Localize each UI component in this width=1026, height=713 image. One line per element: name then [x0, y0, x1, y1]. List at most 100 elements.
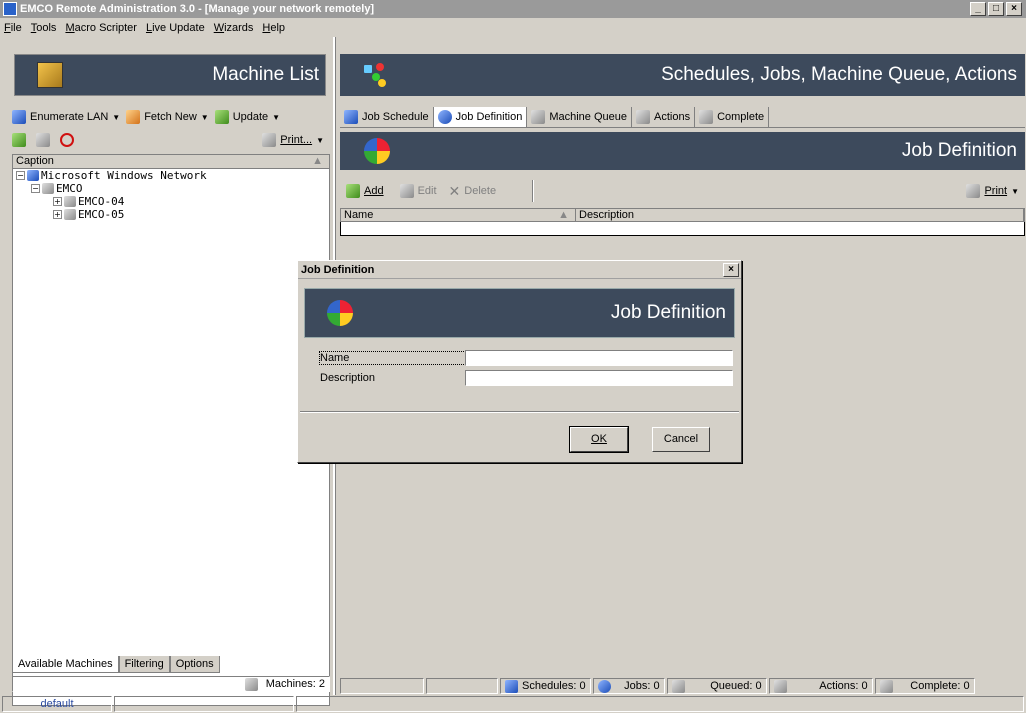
name-label: Name: [319, 350, 466, 365]
menu-macro-scripter[interactable]: Macro Scripter: [65, 22, 137, 34]
ok-label: OK: [591, 433, 607, 445]
actions-count: Actions: 0: [819, 680, 868, 692]
tab-actions[interactable]: Actions: [632, 106, 696, 127]
delete-label: Delete: [464, 185, 497, 197]
icon-part: [376, 63, 384, 71]
machine-count-label: Machines: 2: [265, 678, 325, 690]
tab-available-machines[interactable]: Available Machines: [12, 656, 119, 673]
remove-tree-icon: [36, 133, 50, 147]
edit-icon: [399, 184, 414, 198]
machine-list-icon: [37, 62, 63, 88]
menu-file[interactable]: File: [4, 22, 22, 34]
table-row[interactable]: [340, 222, 1025, 236]
complete-status: Complete: 0: [874, 678, 975, 694]
print-label: Print: [984, 185, 1008, 197]
job-definition-dialog: Job Definition × Job Definition Name Des…: [297, 260, 742, 463]
print-jobs-button[interactable]: Print ▼: [966, 184, 1019, 198]
refresh-arrows-icon: [327, 300, 353, 326]
cancel-button[interactable]: Cancel: [652, 427, 710, 452]
add-machine-button[interactable]: [12, 133, 30, 147]
menu-tools[interactable]: Tools: [31, 22, 57, 34]
machine-toolbar-secondary: Print... ▼: [12, 130, 330, 150]
schedules-icon: [364, 63, 388, 87]
stop-button[interactable]: [60, 133, 78, 147]
expand-icon[interactable]: +: [53, 210, 62, 219]
status-empty-panel: [296, 696, 1024, 712]
tree-node[interactable]: + EMCO-05: [13, 208, 329, 221]
sort-icon: ▲: [312, 155, 323, 167]
machine-list-title: Machine List: [212, 64, 319, 85]
description-field[interactable]: [465, 369, 733, 386]
minimize-button[interactable]: _: [970, 2, 986, 16]
tab-label: Job Definition: [455, 110, 523, 123]
schedules-status: Schedules: 0: [500, 678, 591, 694]
update-label: Update: [232, 111, 269, 123]
dialog-title-bar: Job Definition ×: [298, 261, 741, 279]
add-icon: [346, 184, 360, 198]
chevron-down-icon[interactable]: ▼: [272, 113, 280, 122]
tab-job-schedule[interactable]: Job Schedule: [340, 106, 434, 127]
tab-label: Complete: [717, 110, 765, 123]
edit-button[interactable]: Edit: [399, 184, 437, 198]
tree-node[interactable]: − Microsoft Windows Network: [13, 169, 329, 182]
column-description[interactable]: Description: [576, 209, 1024, 221]
title-bar: EMCO Remote Administration 3.0 - [Manage…: [0, 0, 1026, 18]
dialog-close-button[interactable]: ×: [723, 262, 739, 277]
menu-wizards[interactable]: Wizards: [214, 22, 254, 34]
menu-help[interactable]: Help: [262, 22, 285, 34]
fetch-new-label: Fetch New: [144, 111, 197, 123]
collapse-icon[interactable]: −: [16, 171, 25, 180]
machine-tree[interactable]: Caption ▲ − Microsoft Windows Network − …: [12, 154, 330, 706]
schedule-icon: [505, 679, 518, 693]
tab-machine-queue[interactable]: Machine Queue: [527, 106, 632, 127]
window-title: EMCO Remote Administration 3.0 - [Manage…: [20, 3, 375, 15]
chevron-down-icon[interactable]: ▼: [201, 113, 209, 122]
column-name[interactable]: Name ▲: [341, 209, 576, 221]
update-button[interactable]: Update ▼: [214, 110, 280, 124]
menu-live-update[interactable]: Live Update: [146, 22, 205, 34]
print-machines-button[interactable]: Print... ▼: [262, 133, 324, 147]
chevron-down-icon[interactable]: ▼: [316, 136, 324, 145]
close-button[interactable]: ×: [1006, 2, 1022, 16]
stopwatch-icon: [597, 679, 611, 693]
name-row: Name: [319, 349, 740, 366]
chevron-down-icon[interactable]: ▼: [112, 113, 120, 122]
queued-count: Queued: 0: [710, 680, 762, 692]
network-icon: [27, 170, 39, 181]
left-tab-strip: Available Machines Filtering Options: [12, 655, 330, 673]
computer-icon: [64, 209, 76, 220]
icon-part: [364, 65, 372, 73]
tab-filtering[interactable]: Filtering: [118, 656, 170, 673]
column-label: Description: [579, 209, 635, 221]
printer-icon: [262, 133, 277, 147]
maximize-button[interactable]: □: [988, 2, 1004, 16]
schedules-count: Schedules: 0: [522, 680, 586, 692]
name-field[interactable]: [465, 349, 733, 366]
icon-part: [378, 79, 386, 87]
tab-options[interactable]: Options: [169, 656, 220, 673]
expand-icon[interactable]: +: [53, 197, 62, 206]
chevron-down-icon[interactable]: ▼: [1011, 187, 1019, 196]
queue-icon: [671, 679, 685, 693]
delete-button[interactable]: ✕ Delete: [449, 183, 497, 200]
printer-icon: [966, 184, 981, 198]
tree-node[interactable]: + EMCO-04: [13, 195, 329, 208]
ok-button[interactable]: OK: [569, 426, 629, 453]
tab-complete[interactable]: Complete: [695, 106, 770, 127]
delete-icon: ✕: [448, 182, 461, 199]
tree-column-header[interactable]: Caption ▲: [13, 155, 329, 169]
add-button[interactable]: Add: [346, 184, 384, 198]
tab-job-definition[interactable]: Job Definition: [433, 106, 528, 127]
collapse-icon[interactable]: −: [31, 184, 40, 193]
remove-machine-button[interactable]: [36, 133, 54, 147]
status-empty-panel: [426, 678, 498, 694]
machine-count-status: Machines: 2: [12, 676, 330, 692]
dialog-divider: [300, 411, 739, 413]
tree-node[interactable]: − EMCO: [13, 182, 329, 195]
jobs-tab-strip: Job Schedule Job Definition Machine Queu…: [340, 106, 1025, 128]
machine-toolbar: Enumerate LAN ▼ Fetch New ▼ Update ▼: [12, 106, 330, 128]
machine-list-header: Machine List: [14, 54, 326, 96]
enumerate-lan-button[interactable]: Enumerate LAN ▼: [12, 110, 120, 124]
queued-status: Queued: 0: [666, 678, 767, 694]
fetch-new-button[interactable]: Fetch New ▼: [126, 110, 209, 124]
